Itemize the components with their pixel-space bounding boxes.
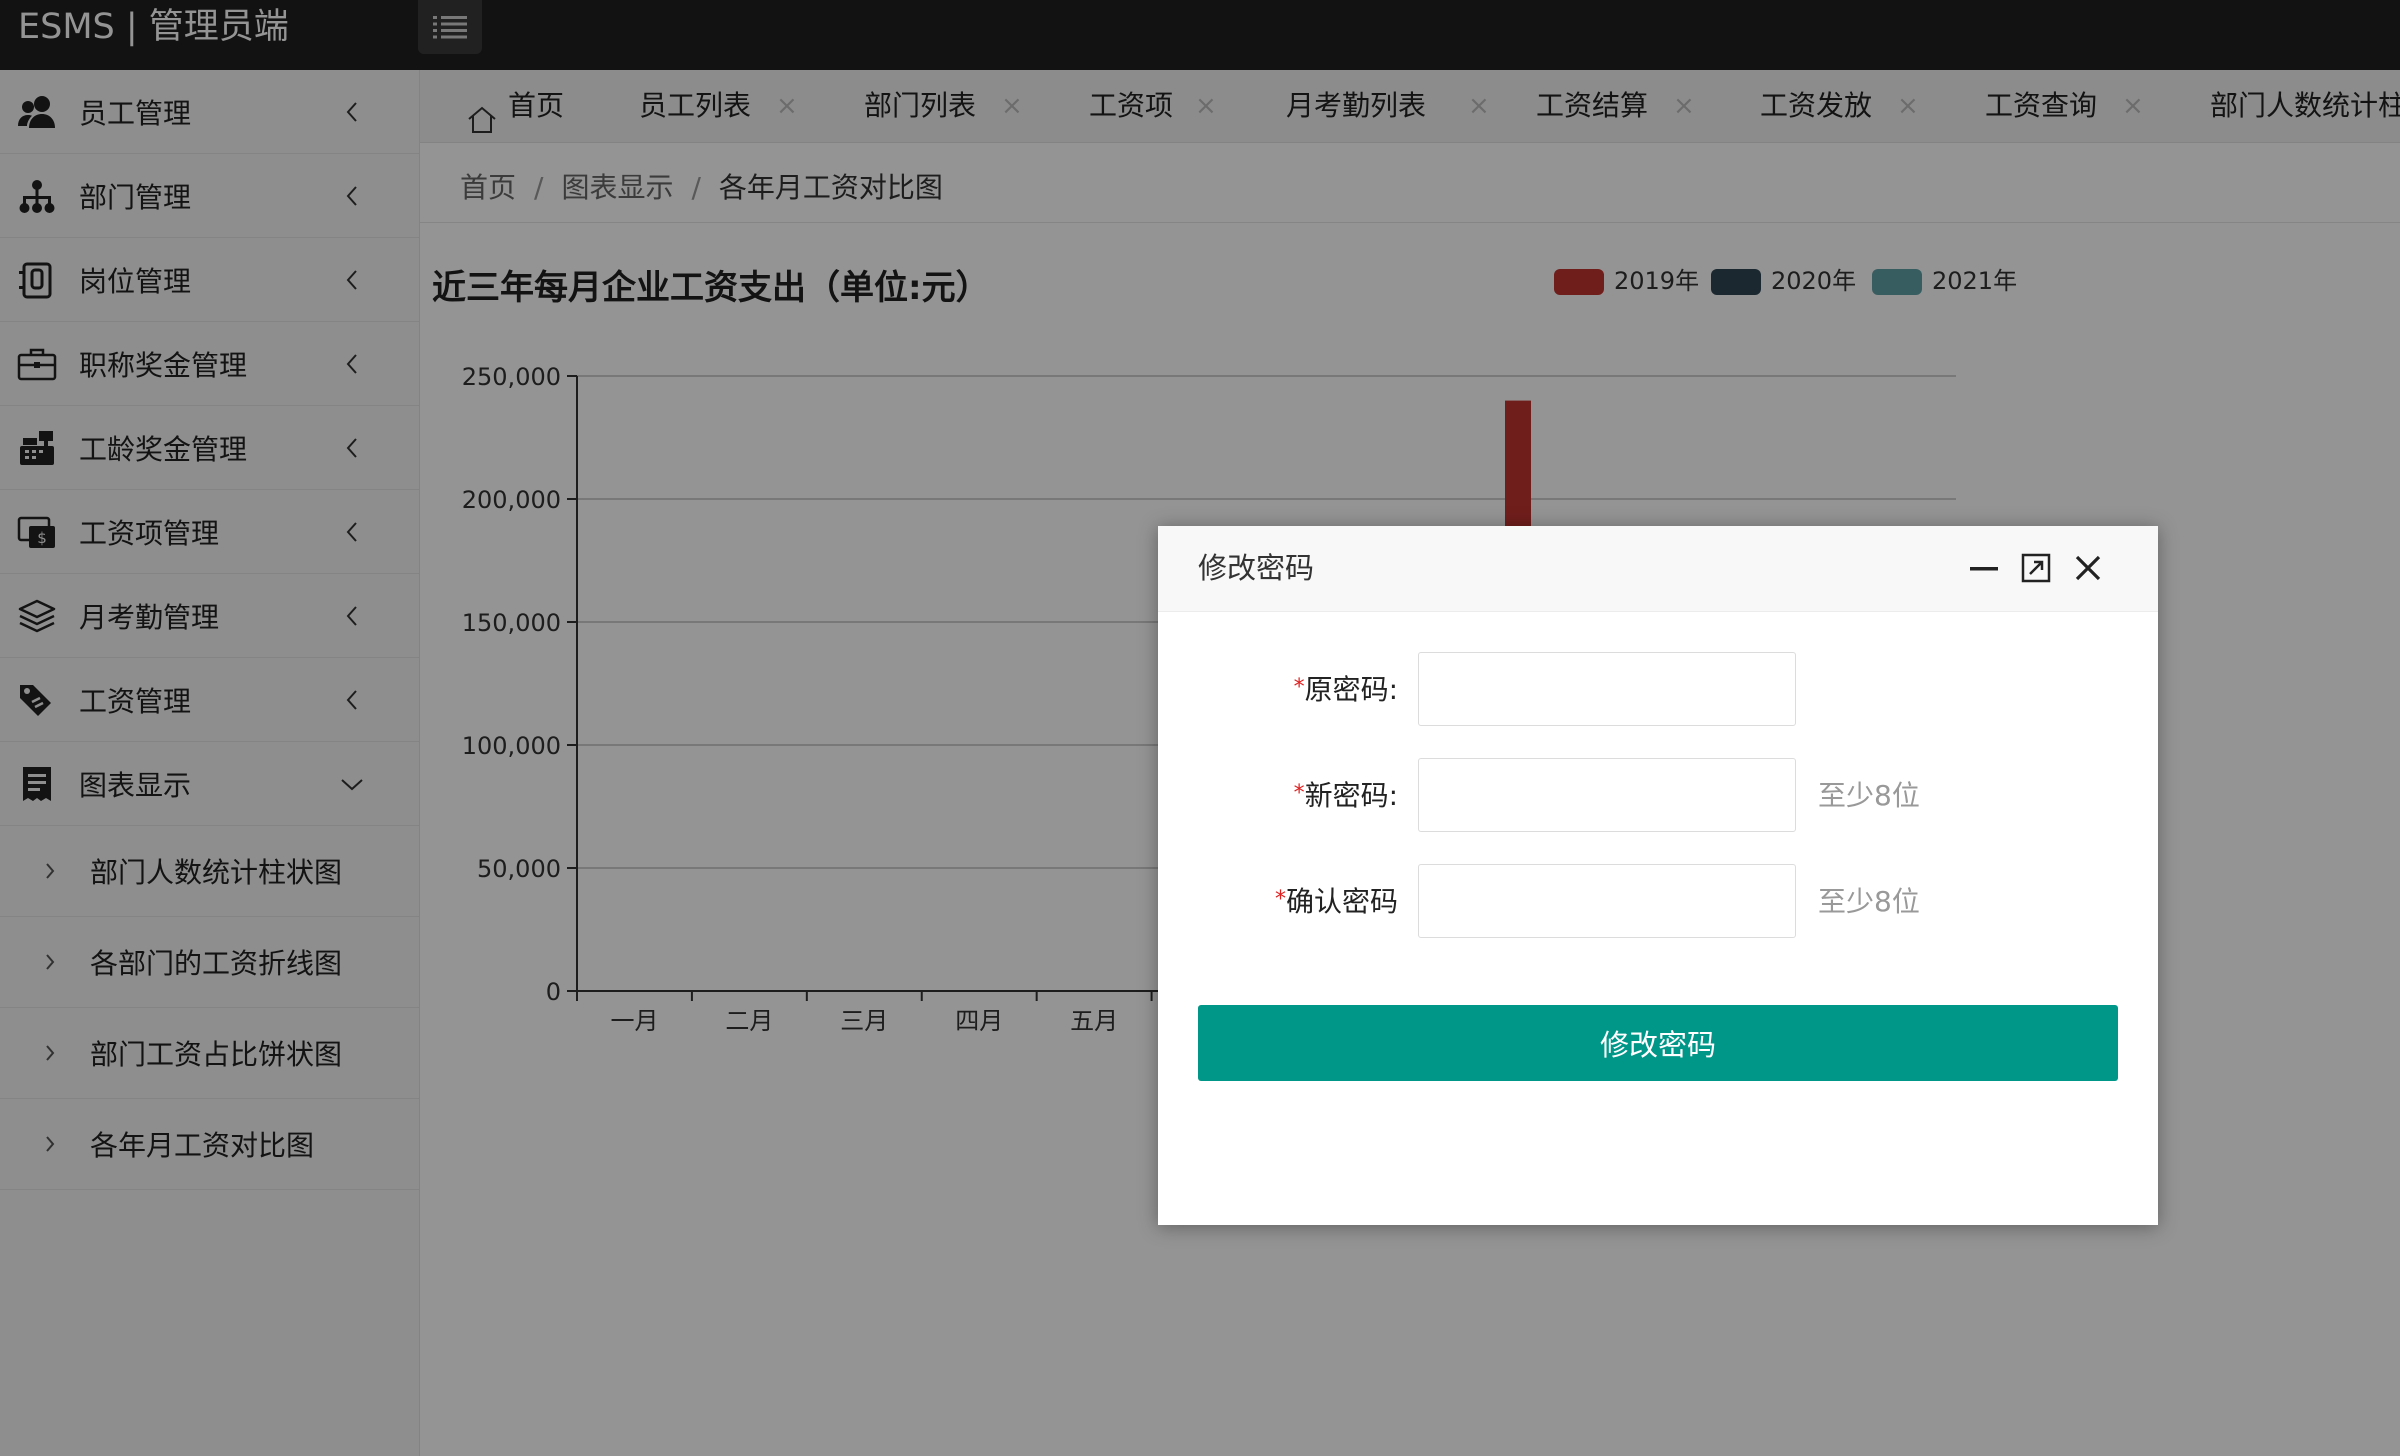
dialog-title: 修改密码: [1198, 551, 1315, 585]
new-password-hint: 至少8位: [1818, 779, 1920, 812]
new-password-label: *新密码:: [1258, 758, 1398, 834]
old-password-input[interactable]: [1418, 652, 1796, 726]
change-password-dialog: 修改密码 *原密码: *新密码: 至少8位 *确认密码 至少8位 修改密码: [1158, 526, 2158, 1225]
minimize-button[interactable]: [1964, 548, 2004, 588]
old-password-label: *原密码:: [1258, 652, 1398, 728]
dialog-header: 修改密码: [1158, 526, 2158, 612]
close-icon: [2075, 555, 2101, 581]
confirm-password-input[interactable]: [1418, 864, 1796, 938]
confirm-password-label: *确认密码: [1258, 864, 1398, 940]
close-button[interactable]: [2068, 548, 2108, 588]
required-mark: *: [1274, 887, 1286, 912]
old-password-row: *原密码:: [1158, 652, 2158, 728]
confirm-password-row: *确认密码 至少8位: [1158, 864, 2158, 940]
required-mark: *: [1293, 675, 1305, 700]
field-label-text: 原密码:: [1304, 673, 1398, 706]
field-label-text: 确认密码: [1285, 885, 1398, 918]
new-password-input[interactable]: [1418, 758, 1796, 832]
confirm-password-hint: 至少8位: [1818, 885, 1920, 918]
new-password-row: *新密码: 至少8位: [1158, 758, 2158, 834]
required-mark: *: [1293, 781, 1305, 806]
field-label-text: 新密码:: [1304, 779, 1398, 812]
minimize-icon: [1970, 567, 1998, 571]
submit-change-password-button[interactable]: 修改密码: [1198, 1005, 2118, 1081]
maximize-icon: [2021, 553, 2051, 583]
maximize-button[interactable]: [2016, 548, 2056, 588]
